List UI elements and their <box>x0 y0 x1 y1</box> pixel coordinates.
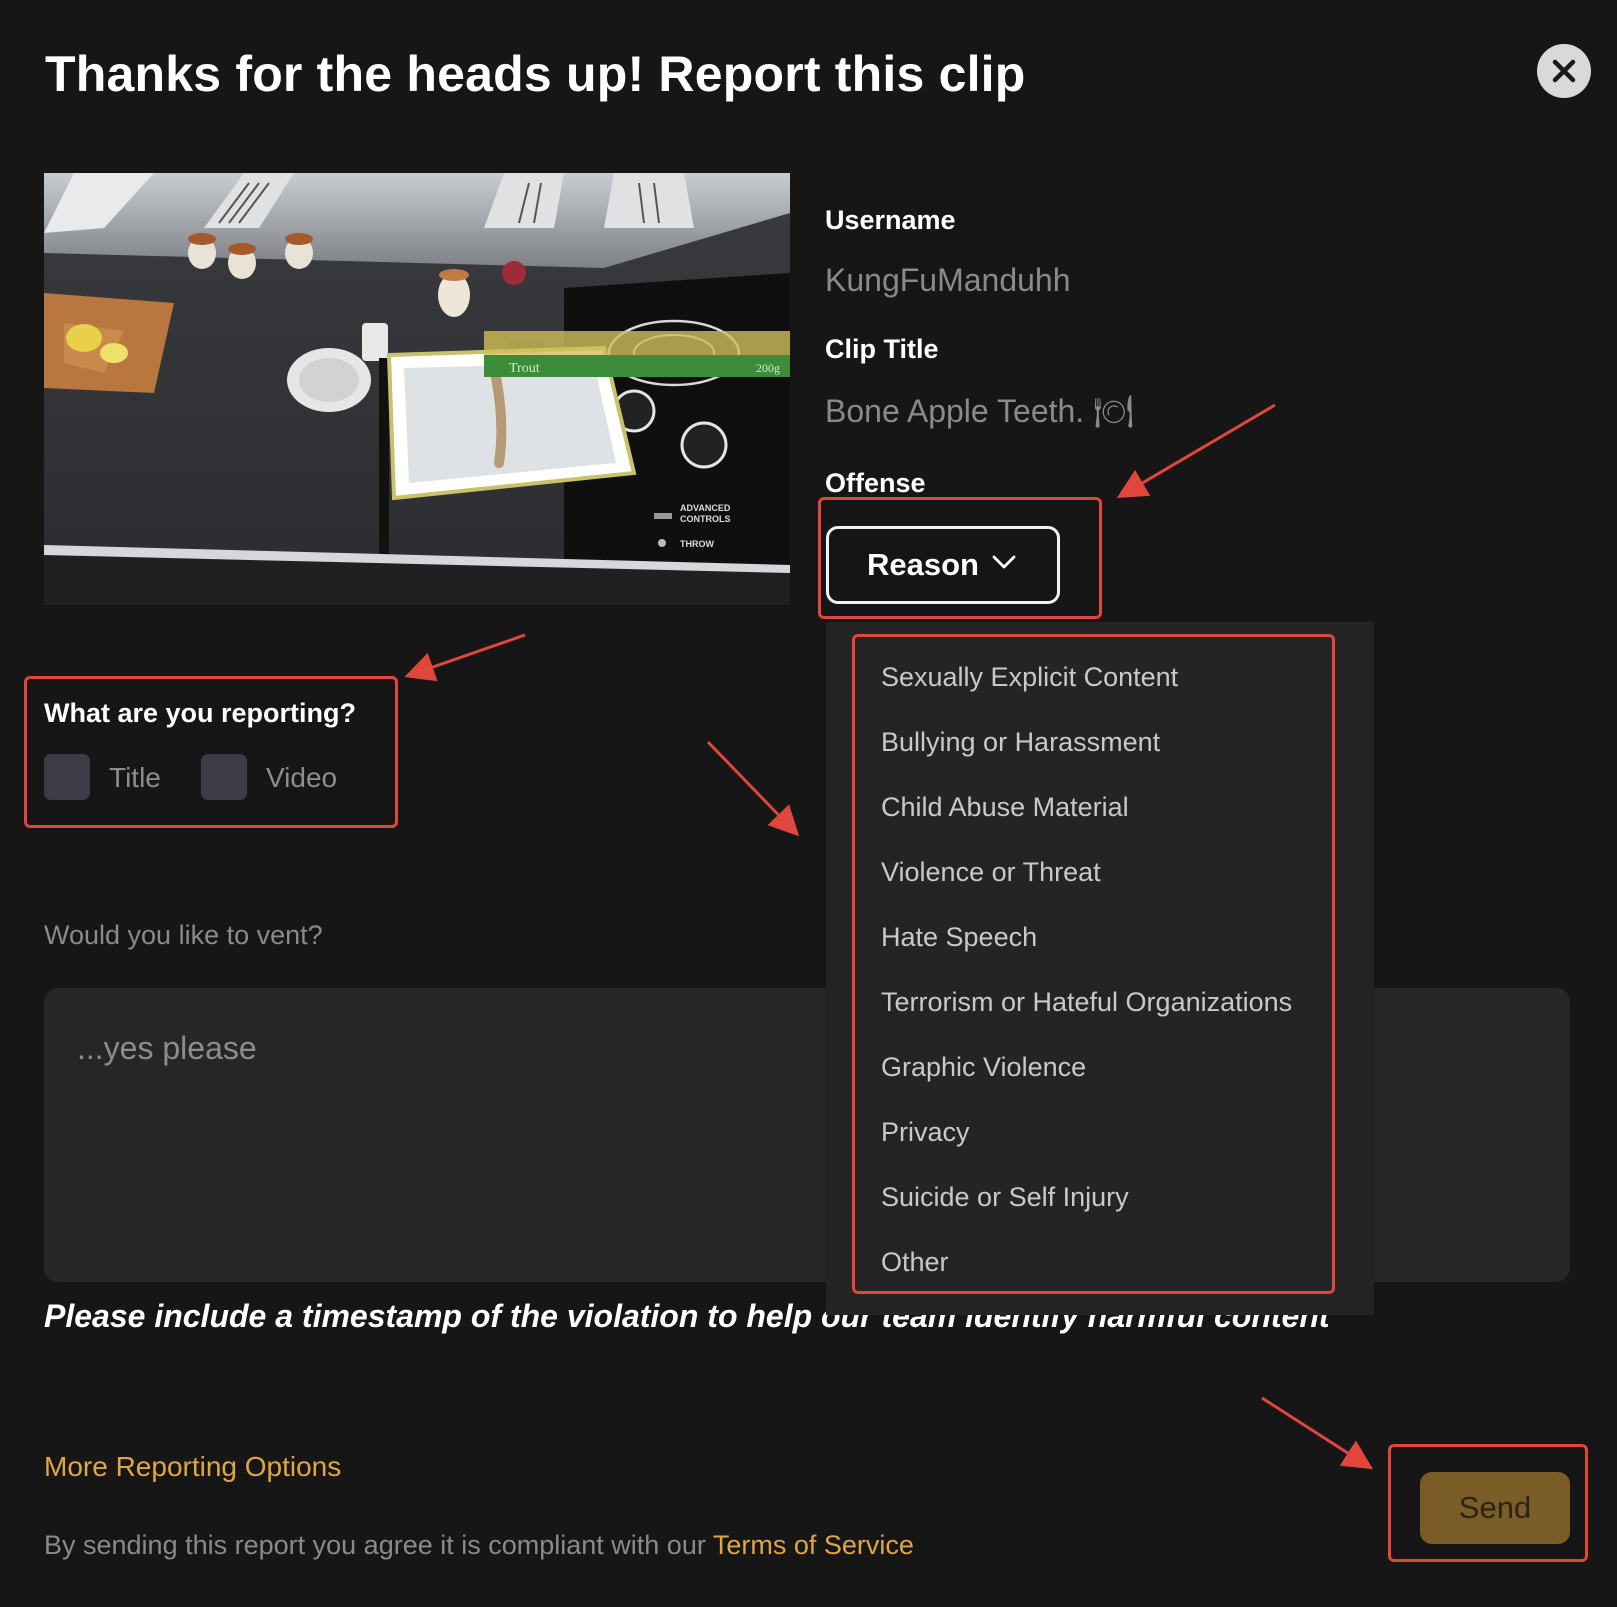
svg-text:200g: 200g <box>756 361 780 375</box>
reporting-label: What are you reporting? <box>44 698 357 728</box>
vent-label: Would you like to vent? <box>44 920 323 950</box>
offense-option[interactable]: Hate Speech <box>881 922 1037 953</box>
svg-text:Onion: Onion <box>510 337 545 352</box>
arrow-icon <box>1116 403 1276 499</box>
offense-dropdown[interactable]: Reason <box>826 526 1060 604</box>
terms-prefix: By sending this report you agree it is c… <box>44 1530 713 1560</box>
clip-title-value: Bone Apple Teeth. 🍽 <box>825 393 1134 429</box>
close-button[interactable] <box>1537 44 1591 98</box>
username-value: KungFuManduhh <box>825 262 1071 298</box>
more-reporting-options-link[interactable]: More Reporting Options <box>44 1451 341 1483</box>
clip-thumbnail: Onion Trout 200g ADVANCED CONTROLS THROW … <box>44 173 790 605</box>
arrow-icon <box>706 740 800 837</box>
svg-text:THROW: THROW <box>680 539 714 549</box>
vent-placeholder: ...yes please <box>77 1030 257 1066</box>
arrow-icon <box>1261 1396 1374 1470</box>
terms-notice: By sending this report you agree it is c… <box>44 1530 914 1561</box>
offense-options-menu: Sexually Explicit Content Bullying or Ha… <box>826 622 1374 1315</box>
offense-option[interactable]: Violence or Threat <box>881 857 1101 888</box>
terms-of-service-link[interactable]: Terms of Service <box>713 1530 914 1560</box>
svg-text:CONTROLS: CONTROLS <box>680 514 731 524</box>
offense-option[interactable]: Other <box>881 1247 949 1278</box>
arrow-icon <box>404 633 526 682</box>
offense-option[interactable]: Terrorism or Hateful Organizations <box>881 987 1292 1018</box>
chevron-down-icon <box>992 555 1016 569</box>
title-checkbox[interactable] <box>44 754 90 800</box>
offense-option[interactable]: Sexually Explicit Content <box>881 662 1178 693</box>
username-label: Username <box>825 205 956 235</box>
svg-text:ADVANCED: ADVANCED <box>680 503 731 513</box>
video-checkbox-label: Video <box>266 762 338 793</box>
clip-title-label: Clip Title <box>825 334 939 364</box>
svg-text:Trout: Trout <box>509 361 540 376</box>
close-icon <box>1552 59 1576 83</box>
offense-option[interactable]: Privacy <box>881 1117 970 1148</box>
video-checkbox[interactable] <box>201 754 247 800</box>
offense-dropdown-value: Reason <box>867 547 979 582</box>
offense-option[interactable]: Suicide or Self Injury <box>881 1182 1129 1213</box>
dialog-title: Thanks for the heads up! Report this cli… <box>45 46 1026 102</box>
send-button[interactable]: Send <box>1420 1472 1570 1544</box>
title-checkbox-label: Title <box>109 762 161 793</box>
offense-label: Offense <box>825 468 926 498</box>
offense-option[interactable]: Bullying or Harassment <box>881 727 1160 758</box>
offense-option[interactable]: Child Abuse Material <box>881 792 1129 823</box>
offense-option[interactable]: Graphic Violence <box>881 1052 1086 1083</box>
